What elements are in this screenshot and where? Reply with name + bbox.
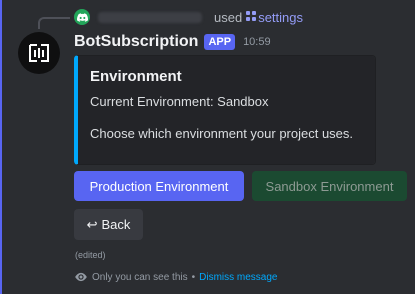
redacted-username <box>98 11 202 23</box>
bot-logo-icon <box>29 44 49 62</box>
environment-embed: Environment Current Environment: Sandbox… <box>74 55 376 165</box>
embed-instructions: Choose which environment your project us… <box>90 126 354 141</box>
message-timestamp[interactable]: 10:59 <box>243 36 271 48</box>
reply-reference[interactable]: used settings <box>74 9 303 25</box>
ephemeral-notice: Only you can see this • Dismiss message <box>74 270 277 284</box>
slash-command-link[interactable]: settings <box>246 10 303 25</box>
slash-command-icon <box>246 10 257 24</box>
sandbox-environment-button[interactable]: Sandbox Environment <box>252 171 407 201</box>
eye-icon <box>74 270 88 284</box>
production-environment-button[interactable]: Production Environment <box>74 171 244 201</box>
bot-avatar[interactable] <box>18 32 60 74</box>
environment-button-row: Production Environment Sandbox Environme… <box>74 171 407 201</box>
embed-current-environment: Current Environment: Sandbox <box>90 94 269 109</box>
discord-logo-icon <box>74 9 90 25</box>
slash-command-name: settings <box>258 9 304 25</box>
highlight-accent-bar <box>0 0 2 294</box>
embed-title: Environment <box>90 68 182 85</box>
reply-spine <box>38 17 70 29</box>
back-button-label: Back <box>101 217 131 232</box>
message-header: BotSubscription APP 10:59 <box>74 33 271 51</box>
app-badge: APP <box>204 34 236 50</box>
edited-label: (edited) <box>75 250 106 260</box>
back-arrow-icon: ↩ <box>86 216 98 232</box>
reply-used-text: used <box>214 9 243 25</box>
footer-separator: • <box>191 271 196 283</box>
visibility-text: Only you can see this <box>92 271 188 283</box>
back-button[interactable]: ↩ Back <box>74 209 143 240</box>
bot-username[interactable]: BotSubscription <box>74 33 198 51</box>
dismiss-message-link[interactable]: Dismiss message <box>199 272 277 283</box>
